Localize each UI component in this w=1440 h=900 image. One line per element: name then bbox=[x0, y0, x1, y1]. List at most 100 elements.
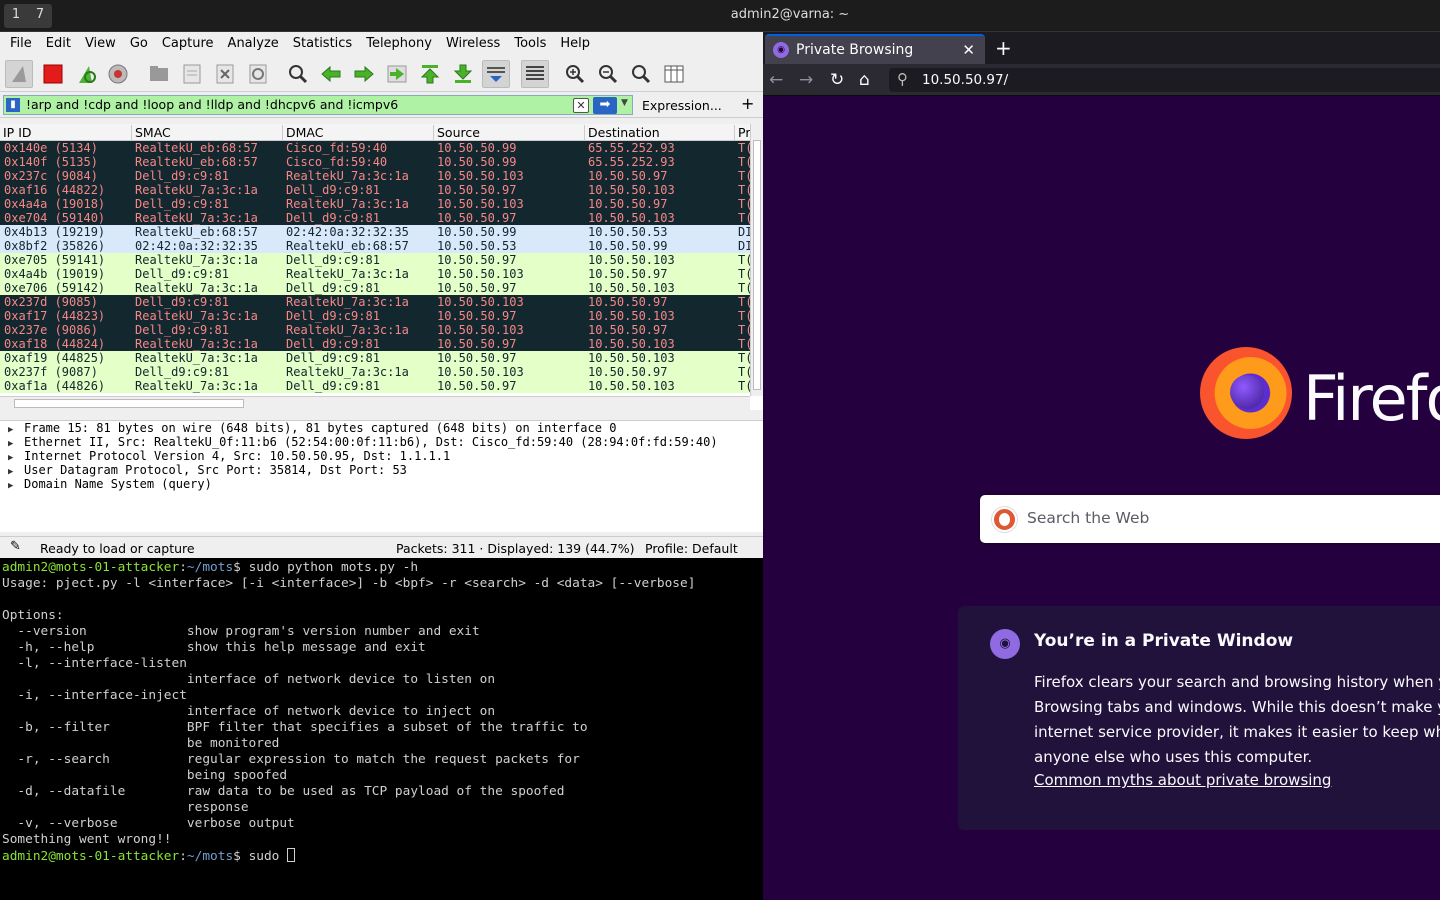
detail-row-dns[interactable]: ▶ Domain Name System (query) bbox=[0, 477, 763, 491]
zoom-out-icon[interactable] bbox=[594, 60, 622, 88]
table-row[interactable]: 0xe706 (59142) RealtekU_7a:3c:1a Dell_d9:c… bbox=[0, 281, 752, 295]
add-filter-button[interactable]: + bbox=[741, 94, 754, 113]
cell-dmac: 02:42:0a:32:32:35 bbox=[286, 225, 409, 239]
table-row[interactable]: 0x237f (9087) Dell_d9:c9:81 RealtekU_7a:3c… bbox=[0, 365, 752, 379]
table-row[interactable]: 0x140e (5134) RealtekU_eb:68:57 Cisco_fd:5… bbox=[0, 141, 752, 155]
resize-columns-icon[interactable] bbox=[660, 60, 688, 88]
table-row[interactable]: 0x8bf2 (35826) 02:42:0a:32:32:35 RealtekU_… bbox=[0, 239, 752, 253]
cell-src: 10.50.50.97 bbox=[437, 253, 517, 267]
menu-file[interactable]: File bbox=[3, 32, 39, 56]
column-header-ip-id[interactable]: IP ID bbox=[0, 125, 32, 140]
expert-info-icon[interactable]: ✎ bbox=[10, 539, 21, 554]
table-row[interactable]: 0xaf17 (44823) RealtekU_7a:3c:1a Dell_d9:c… bbox=[0, 309, 752, 323]
cell-ipid: 0xaf18 (44824) bbox=[4, 337, 106, 351]
menu-telephony[interactable]: Telephony bbox=[359, 32, 439, 56]
column-header-source[interactable]: Source bbox=[433, 125, 480, 140]
firefox-logo bbox=[1200, 347, 1292, 439]
restart-capture-icon[interactable] bbox=[72, 60, 100, 88]
packet-list-vertical-scrollbar[interactable] bbox=[750, 124, 763, 396]
search-box[interactable]: Search the Web bbox=[980, 495, 1440, 543]
zoom-normal-icon[interactable] bbox=[627, 60, 655, 88]
terminal-input-line[interactable]: admin2@mots-01-attacker:~/mots$ sudo bbox=[2, 848, 763, 865]
open-file-icon[interactable] bbox=[145, 60, 173, 88]
cell-src: 10.50.50.103 bbox=[437, 295, 524, 309]
save-file-icon[interactable] bbox=[178, 60, 206, 88]
table-row[interactable]: 0x4a4b (19019) Dell_d9:c9:81 RealtekU_7a:3… bbox=[0, 267, 752, 281]
display-filter-text[interactable]: !arp and !cdp and !loop and !lldp and !d… bbox=[26, 97, 398, 113]
menu-edit[interactable]: Edit bbox=[39, 32, 78, 56]
filter-history-dropdown-icon[interactable]: ▼ bbox=[621, 98, 628, 108]
clear-filter-icon[interactable]: ✕ bbox=[573, 98, 589, 113]
table-row[interactable]: 0x140f (5135) RealtekU_eb:68:57 Cisco_fd:5… bbox=[0, 155, 752, 169]
expand-triangle-icon[interactable]: ▶ bbox=[8, 479, 24, 493]
table-row[interactable]: 0xaf1a (44826) RealtekU_7a:3c:1a Dell_d9:c… bbox=[0, 379, 752, 393]
menu-help[interactable]: Help bbox=[553, 32, 597, 56]
column-header-smac[interactable]: SMAC bbox=[131, 125, 171, 140]
detail-row-frame[interactable]: ▶ Frame 15: 81 bytes on wire (648 bits), … bbox=[0, 421, 763, 435]
table-row[interactable]: 0xe705 (59141) RealtekU_7a:3c:1a Dell_d9:c… bbox=[0, 253, 752, 267]
table-row[interactable]: 0x237d (9085) Dell_d9:c9:81 RealtekU_7a:3c… bbox=[0, 295, 752, 309]
shark-fin-start-icon[interactable] bbox=[5, 60, 33, 88]
command-text: $ sudo python mots.py -h bbox=[233, 560, 419, 575]
home-icon[interactable]: ⌂ bbox=[859, 70, 870, 90]
menu-analyze[interactable]: Analyze bbox=[221, 32, 286, 56]
table-row[interactable]: 0x237c (9084) Dell_d9:c9:81 RealtekU_7a:3c… bbox=[0, 169, 752, 183]
go-back-icon[interactable] bbox=[317, 60, 345, 88]
new-tab-icon[interactable]: + bbox=[995, 36, 1012, 60]
menu-capture[interactable]: Capture bbox=[155, 32, 221, 56]
back-icon[interactable]: ← bbox=[769, 70, 783, 90]
bookmark-icon[interactable]: ▮ bbox=[6, 98, 20, 112]
display-filter-input[interactable]: ▮ !arp and !cdp and !loop and !lldp and … bbox=[3, 95, 633, 115]
close-file-icon[interactable] bbox=[211, 60, 239, 88]
stop-capture-icon[interactable] bbox=[39, 60, 67, 88]
column-header-destination[interactable]: Destination bbox=[584, 125, 660, 140]
display-filter-bar: ▮ !arp and !cdp and !loop and !lldp and … bbox=[0, 92, 763, 118]
terminal[interactable]: admin2@mots-01-attacker:~/mots$ sudo pyt… bbox=[0, 558, 763, 900]
menu-statistics[interactable]: Statistics bbox=[286, 32, 359, 56]
packet-details: ▶ Frame 15: 81 bytes on wire (648 bits), … bbox=[0, 420, 763, 532]
go-first-icon[interactable] bbox=[416, 60, 444, 88]
menu-go[interactable]: Go bbox=[123, 32, 155, 56]
url-text[interactable]: 10.50.50.97/ bbox=[922, 72, 1008, 88]
tab-private-browsing[interactable]: ◉ Private Browsing ✕ bbox=[765, 34, 985, 64]
column-header-dmac[interactable]: DMAC bbox=[282, 125, 323, 140]
table-row[interactable]: 0x4b13 (19219) RealtekU_eb:68:57 02:42:0a:… bbox=[0, 225, 752, 239]
table-row[interactable]: 0x4a4a (19018) Dell_d9:c9:81 RealtekU_7a:3… bbox=[0, 197, 752, 211]
column-header-protocol[interactable]: Pr bbox=[734, 125, 750, 140]
colorize-icon[interactable] bbox=[521, 60, 549, 88]
table-row[interactable]: 0xaf18 (44824) RealtekU_7a:3c:1a Dell_d9:c… bbox=[0, 337, 752, 351]
cell-src: 10.50.50.97 bbox=[437, 211, 517, 225]
table-row[interactable]: 0xaf16 (44822) RealtekU_7a:3c:1a Dell_d9:c… bbox=[0, 183, 752, 197]
duckduckgo-icon bbox=[992, 507, 1017, 532]
find-packet-icon[interactable] bbox=[284, 60, 312, 88]
go-last-icon[interactable] bbox=[449, 60, 477, 88]
close-tab-icon[interactable]: ✕ bbox=[962, 41, 975, 59]
go-to-packet-icon[interactable] bbox=[383, 60, 411, 88]
cell-ipid: 0x4a4a (19018) bbox=[4, 197, 106, 211]
table-row[interactable]: 0x237e (9086) Dell_d9:c9:81 RealtekU_7a:3c… bbox=[0, 323, 752, 337]
detail-row-ethernet[interactable]: ▶ Ethernet II, Src: RealtekU_0f:11:b6 (52… bbox=[0, 435, 763, 449]
cell-smac: Dell_d9:c9:81 bbox=[135, 323, 229, 337]
packet-list-horizontal-scrollbar[interactable] bbox=[0, 396, 750, 410]
menu-tools[interactable]: Tools bbox=[507, 32, 553, 56]
capture-options-icon[interactable] bbox=[104, 60, 132, 88]
expression-button[interactable]: Expression... bbox=[642, 98, 722, 113]
reload-icon[interactable]: ↻ bbox=[830, 70, 844, 90]
apply-filter-icon[interactable]: ➡ bbox=[593, 97, 617, 114]
profile-text[interactable]: Profile: Default bbox=[645, 541, 738, 556]
detail-row-udp[interactable]: ▶ User Datagram Protocol, Src Port: 35814… bbox=[0, 463, 763, 477]
terminal-output-line: Something went wrong!! bbox=[2, 832, 172, 847]
go-forward-icon[interactable] bbox=[350, 60, 378, 88]
forward-icon[interactable]: → bbox=[799, 70, 813, 90]
detail-row-ipv4[interactable]: ▶ Internet Protocol Version 4, Src: 10.50… bbox=[0, 449, 763, 463]
table-row[interactable]: 0xe704 (59140) RealtekU_7a:3c:1a Dell_d9:c… bbox=[0, 211, 752, 225]
table-row[interactable]: 0xaf19 (44825) RealtekU_7a:3c:1a Dell_d9:c… bbox=[0, 351, 752, 365]
autoscroll-icon[interactable] bbox=[482, 60, 510, 88]
reload-file-icon[interactable] bbox=[244, 60, 272, 88]
menu-wireless[interactable]: Wireless bbox=[439, 32, 507, 56]
private-browsing-myths-link[interactable]: Common myths about private browsing bbox=[1034, 771, 1331, 789]
url-bar[interactable]: ⚲ 10.50.50.97/ bbox=[889, 68, 1440, 92]
menu-view[interactable]: View bbox=[78, 32, 123, 56]
cell-smac: Dell_d9:c9:81 bbox=[135, 365, 229, 379]
zoom-in-icon[interactable] bbox=[561, 60, 589, 88]
